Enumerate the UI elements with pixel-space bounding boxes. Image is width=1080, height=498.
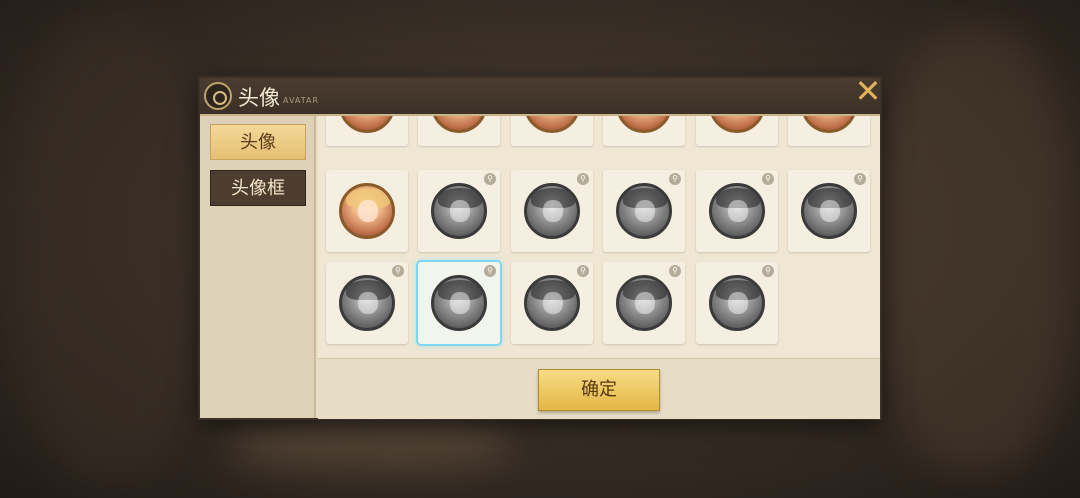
dialog-header: 头像 AVATAR bbox=[200, 78, 880, 116]
avatar-portrait bbox=[616, 275, 672, 331]
avatar-card[interactable]: ⚲ bbox=[418, 170, 500, 252]
avatar-card[interactable] bbox=[788, 116, 870, 146]
lock-icon: ⚲ bbox=[854, 173, 866, 185]
lock-icon: ⚲ bbox=[577, 265, 589, 277]
portrait-face bbox=[728, 200, 748, 222]
portrait-face bbox=[635, 200, 655, 222]
portrait-face bbox=[358, 292, 378, 314]
lock-icon: ⚲ bbox=[762, 173, 774, 185]
portrait-face bbox=[450, 292, 470, 314]
lock-icon: ⚲ bbox=[669, 173, 681, 185]
avatar-portrait bbox=[524, 183, 580, 239]
portrait-face bbox=[358, 200, 378, 222]
avatar-card[interactable]: ⚲ bbox=[603, 262, 685, 344]
avatar-card[interactable]: ⚲ bbox=[418, 262, 500, 344]
portrait-face bbox=[450, 200, 470, 222]
avatar-grid[interactable]: ⚲ ⚲ ⚲ ⚲ ⚲ ⚲ ⚲ ⚲ ⚲ ⚲ bbox=[318, 116, 880, 358]
avatar-portrait bbox=[431, 275, 487, 331]
avatar-card[interactable]: ⚲ bbox=[326, 262, 408, 344]
portrait-face bbox=[543, 292, 563, 314]
portrait-face bbox=[635, 292, 655, 314]
portrait-face bbox=[728, 292, 748, 314]
portrait-face bbox=[543, 200, 563, 222]
avatar-portrait bbox=[339, 116, 395, 133]
avatar-card[interactable] bbox=[696, 116, 778, 146]
avatar-portrait bbox=[801, 183, 857, 239]
avatar-card[interactable] bbox=[603, 116, 685, 146]
avatar-portrait bbox=[709, 116, 765, 133]
lock-icon: ⚲ bbox=[577, 173, 589, 185]
avatar-portrait bbox=[616, 183, 672, 239]
portrait-face bbox=[820, 200, 840, 222]
dialog-footer: 确定 bbox=[318, 358, 880, 419]
avatar-portrait bbox=[709, 183, 765, 239]
lock-icon: ⚲ bbox=[484, 265, 496, 277]
avatar-portrait bbox=[709, 275, 765, 331]
emblem-icon bbox=[204, 82, 232, 110]
avatar-portrait bbox=[339, 183, 395, 239]
lock-icon: ⚲ bbox=[392, 265, 404, 277]
avatar-card[interactable]: ⚲ bbox=[788, 170, 870, 252]
avatar-card[interactable]: ⚲ bbox=[603, 170, 685, 252]
avatar-card[interactable]: ⚲ bbox=[696, 170, 778, 252]
avatar-portrait bbox=[616, 116, 672, 133]
avatar-portrait bbox=[431, 116, 487, 133]
close-icon[interactable]: ✕ bbox=[853, 75, 883, 107]
avatar-card[interactable] bbox=[326, 170, 408, 252]
lock-icon: ⚲ bbox=[669, 265, 681, 277]
confirm-button[interactable]: 确定 bbox=[538, 369, 660, 411]
avatar-card[interactable] bbox=[511, 116, 593, 146]
avatar-card[interactable] bbox=[418, 116, 500, 146]
tab-avatar[interactable]: 头像 bbox=[210, 124, 306, 160]
avatar-portrait bbox=[431, 183, 487, 239]
avatar-card[interactable]: ⚲ bbox=[511, 262, 593, 344]
avatar-card[interactable]: ⚲ bbox=[696, 262, 778, 344]
avatar-portrait bbox=[339, 275, 395, 331]
lock-icon: ⚲ bbox=[484, 173, 496, 185]
avatar-portrait bbox=[524, 116, 580, 133]
sidebar: 头像 头像框 bbox=[200, 116, 316, 418]
avatar-card[interactable]: ⚲ bbox=[511, 170, 593, 252]
lock-icon: ⚲ bbox=[762, 265, 774, 277]
avatar-portrait bbox=[524, 275, 580, 331]
tab-avatar-frame[interactable]: 头像框 bbox=[210, 170, 306, 206]
avatar-portrait bbox=[801, 116, 857, 133]
dialog-title: 头像 bbox=[238, 86, 280, 110]
dialog-subtitle: AVATAR bbox=[283, 96, 320, 105]
avatar-dialog: 头像 AVATAR 头像 头像框 ⚲ ⚲ ⚲ ⚲ ⚲ ⚲ ⚲ ⚲ ⚲ ⚲ 确定 bbox=[200, 78, 880, 419]
avatar-card[interactable] bbox=[326, 116, 408, 146]
